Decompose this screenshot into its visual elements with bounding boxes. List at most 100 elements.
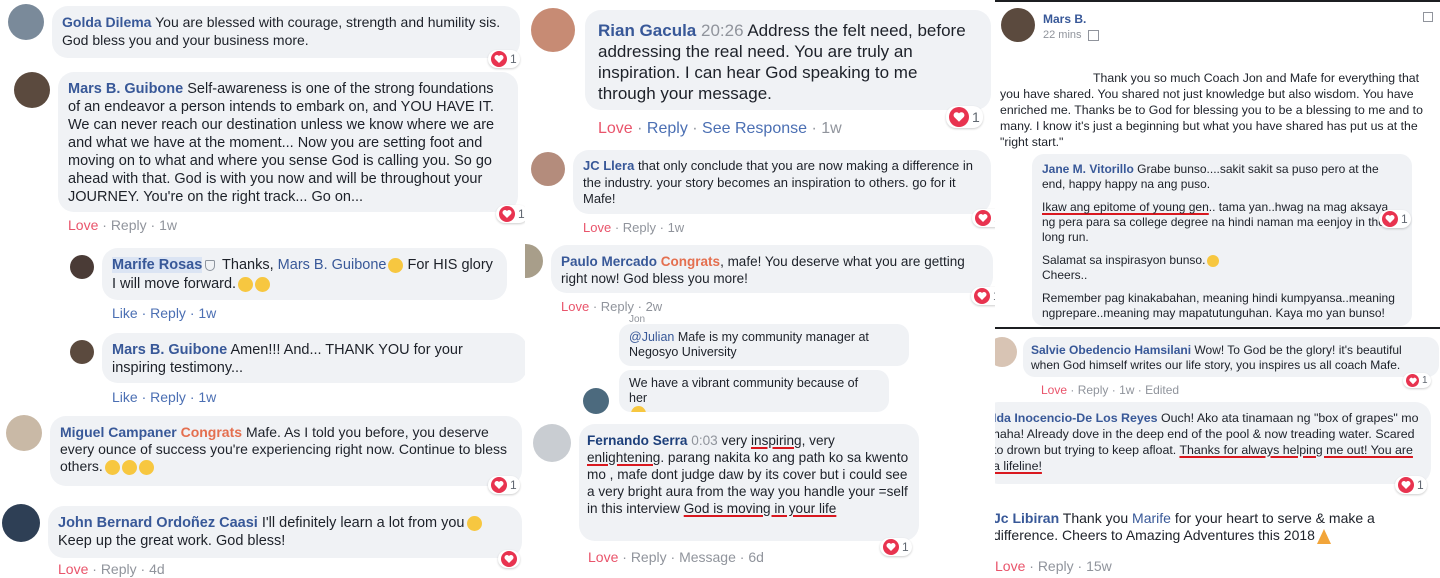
reply-link[interactable]: Reply: [623, 220, 656, 235]
love-link[interactable]: Love: [583, 220, 611, 235]
comment-text: Self-awareness is one of the strong foun…: [68, 81, 495, 205]
comment-author[interactable]: Jane M. Vitorillo: [1042, 162, 1134, 176]
reaction-count[interactable]: 1: [488, 50, 520, 68]
reaction-count[interactable]: 1: [496, 205, 525, 223]
comment-author[interactable]: Mars B. Guibone: [112, 342, 227, 358]
avatar[interactable]: [995, 337, 1017, 367]
reaction-count[interactable]: 1: [971, 287, 995, 305]
heart-reaction-icon: [491, 51, 507, 67]
heart-reaction-icon: [974, 288, 990, 304]
reply-link[interactable]: Reply: [150, 389, 186, 405]
heart-reaction-icon: [975, 210, 991, 226]
timestamp[interactable]: 1w: [1119, 383, 1134, 397]
reply-link[interactable]: Reply: [631, 549, 667, 565]
reply-link[interactable]: Reply: [150, 305, 186, 321]
see-response-link[interactable]: See Response: [702, 120, 807, 137]
avatar[interactable]: [531, 8, 575, 52]
reply-link[interactable]: Reply: [647, 120, 688, 137]
reply-link[interactable]: Reply: [601, 299, 634, 314]
mention-link[interactable]: Marife: [1132, 510, 1171, 526]
timestamp[interactable]: 1w: [668, 220, 685, 235]
reaction-count[interactable]: 1: [972, 209, 995, 227]
comment-author[interactable]: Salvie Obedencio Hamsilani: [1031, 343, 1191, 357]
heart-reaction-icon: [949, 107, 969, 127]
reaction-count[interactable]: 1: [946, 106, 983, 128]
comment-bubble: Jc Libiran Thank you Marife for your hea…: [995, 503, 1431, 551]
heart-reaction-icon: [1398, 477, 1414, 493]
comment-bubble: JC Llera that only conclude that you are…: [573, 150, 991, 214]
heart-reaction-icon: [491, 477, 507, 493]
chevron-down-icon[interactable]: [1423, 12, 1433, 22]
love-link[interactable]: Love: [1041, 383, 1067, 397]
timestamp[interactable]: 6d: [748, 549, 764, 565]
comment-actions: Love · Reply · 15w: [995, 558, 1112, 574]
comment-bubble: Ida Inocencio-De Los Reyes Ouch! Ako ata…: [995, 402, 1431, 484]
comment-actions: Love · Reply · 2w: [561, 299, 663, 314]
reaction-count[interactable]: 1: [1379, 210, 1411, 228]
comment-author[interactable]: Golda Dilema: [62, 14, 151, 30]
avatar[interactable]: [70, 340, 94, 364]
reply-link[interactable]: Reply: [1078, 383, 1109, 397]
comment-bubble: Marife Rosas Thanks, Mars B. Guibone For…: [102, 248, 507, 300]
like-link[interactable]: Like: [112, 305, 138, 321]
comment-actions: Love · Reply · Message · 6d: [588, 549, 764, 565]
avatar[interactable]: [525, 244, 543, 278]
timestamp[interactable]: 1w: [198, 389, 216, 405]
emoji-icon: [138, 459, 154, 475]
timestamp[interactable]: 4d: [149, 561, 165, 577]
love-link[interactable]: Love: [561, 299, 589, 314]
comment-author[interactable]: Paulo Mercado: [561, 254, 657, 269]
post-author[interactable]: Mars B.: [1043, 12, 1086, 26]
timestamp[interactable]: 0:03: [691, 433, 717, 448]
comment-author[interactable]: Jc Libiran: [995, 510, 1059, 526]
comment-bubble: Mars B. Guibone Self-awareness is one of…: [58, 72, 518, 212]
comment-author[interactable]: Ida Inocencio-De Los Reyes: [995, 411, 1158, 425]
avatar[interactable]: [1001, 8, 1035, 42]
comment-author[interactable]: JC Llera: [583, 158, 634, 173]
love-link[interactable]: Love: [58, 561, 88, 577]
avatar[interactable]: [583, 388, 609, 414]
avatar[interactable]: [2, 504, 40, 542]
reaction-count[interactable]: 1: [488, 476, 520, 494]
avatar[interactable]: [531, 152, 565, 186]
reaction-count[interactable]: 1: [1403, 373, 1431, 388]
mention-link[interactable]: Congrats: [661, 254, 720, 269]
comment-actions: Love · Reply · 1w · Edited: [1041, 383, 1180, 397]
love-link[interactable]: Love: [68, 217, 98, 233]
avatar[interactable]: [533, 424, 571, 462]
reply-link[interactable]: Reply: [1038, 558, 1074, 574]
reply-link[interactable]: Reply: [101, 561, 137, 577]
mention-link[interactable]: Congrats: [181, 424, 242, 440]
timestamp[interactable]: 2w: [646, 299, 663, 314]
avatar[interactable]: [8, 4, 44, 40]
comment-author[interactable]: John Bernard Ordoñez Caasi: [58, 515, 258, 531]
timestamp[interactable]: 1w: [821, 120, 841, 137]
mention-link[interactable]: Mars B. Guibone: [278, 257, 387, 273]
love-link[interactable]: Love: [995, 558, 1025, 574]
mention-link[interactable]: @Julian: [629, 330, 674, 344]
reply-link[interactable]: Reply: [111, 217, 147, 233]
comment-actions: Love · Reply · 4d: [58, 561, 165, 577]
timestamp[interactable]: 15w: [1086, 558, 1112, 574]
comment-author[interactable]: Miguel Campaner: [60, 424, 177, 440]
timestamp[interactable]: 20:26: [701, 21, 744, 40]
comment-author[interactable]: Mars B. Guibone: [68, 81, 183, 97]
timestamp[interactable]: 1w: [159, 217, 177, 233]
love-link[interactable]: Love: [598, 120, 633, 137]
avatar[interactable]: [70, 255, 94, 279]
avatar[interactable]: [14, 72, 50, 108]
like-link[interactable]: Like: [112, 389, 138, 405]
messenger-panel: Jon @Julian Mafe is my community manager…: [539, 314, 939, 414]
timestamp[interactable]: 1w: [198, 305, 216, 321]
reaction-count[interactable]: 1: [880, 538, 912, 556]
love-link[interactable]: Love: [588, 549, 618, 565]
edited-label: Edited: [1145, 383, 1180, 397]
reaction-count[interactable]: [498, 550, 520, 568]
message-link[interactable]: Message: [679, 549, 736, 565]
comment-author[interactable]: Fernando Serra: [587, 433, 687, 448]
globe-icon: [1087, 29, 1099, 41]
avatar[interactable]: [6, 415, 42, 451]
reaction-count[interactable]: 1: [1395, 476, 1427, 494]
comment-author[interactable]: Marife Rosas: [112, 257, 203, 273]
comment-author[interactable]: Rian Gacula: [598, 21, 696, 40]
